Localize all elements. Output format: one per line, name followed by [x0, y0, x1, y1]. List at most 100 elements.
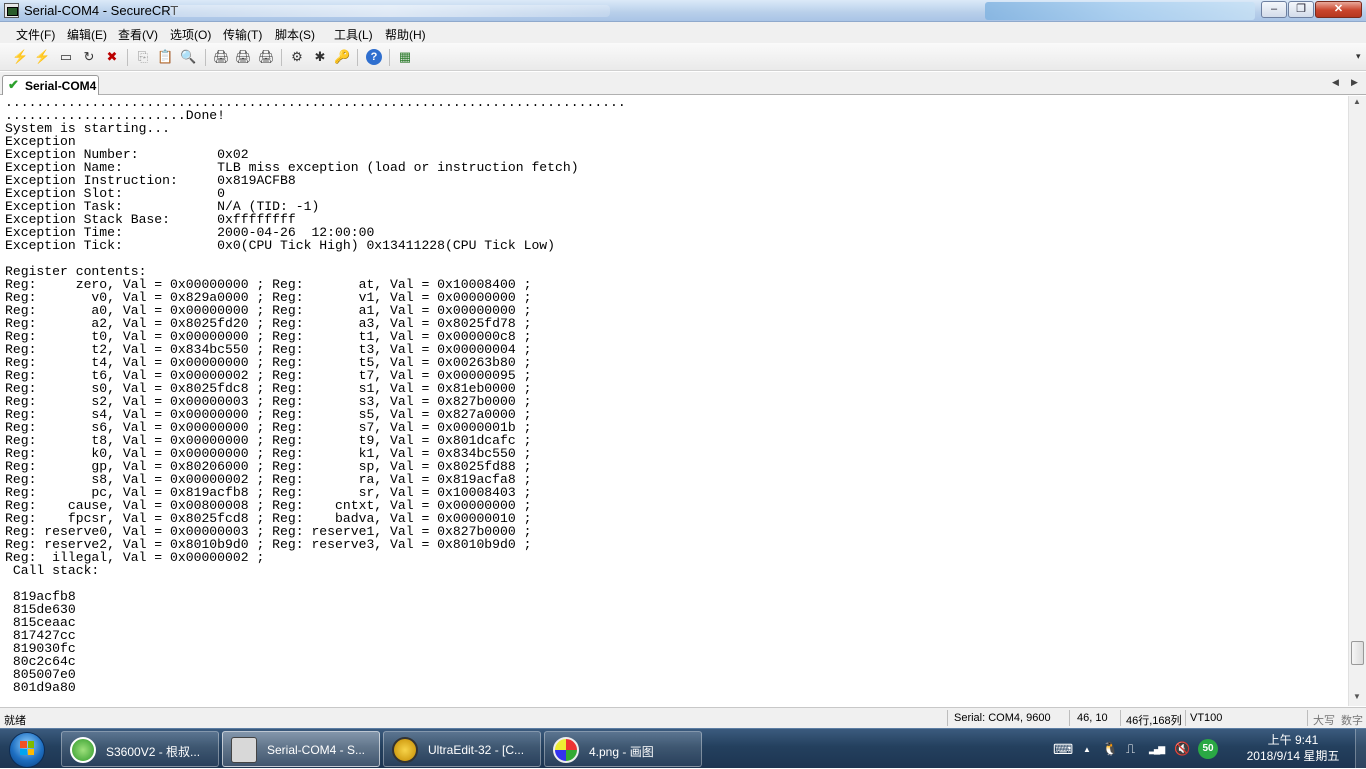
keyboard-icon[interactable]: ⌨	[1053, 741, 1073, 758]
toolbar-separator	[281, 49, 282, 66]
status-divider	[1069, 710, 1070, 726]
status-terminal-size: 46行,168列	[1126, 715, 1182, 727]
securecrt-icon	[231, 737, 257, 763]
clock-time: 上午 9:41	[1267, 733, 1319, 747]
print-icon[interactable]: 🖨	[213, 49, 230, 65]
windows-taskbar: S3600V2 - 根叔... Serial-COM4 - S... Ultra…	[0, 728, 1366, 769]
find-icon[interactable]: 🔍	[180, 49, 196, 65]
menu-bar: 文件(F) 编辑(E) 查看(V) 选项(O) 传输(T) 脚本(S) 工具(L…	[0, 22, 1366, 43]
menu-transfer[interactable]: 传输(T)	[223, 26, 262, 43]
menu-options[interactable]: 选项(O)	[170, 26, 211, 43]
status-divider	[1307, 710, 1308, 726]
tab-label: Serial-COM4	[25, 79, 97, 93]
status-num-lock: 数字	[1341, 715, 1363, 727]
system-tray: ⌨ ▲ 🐧 ⎍ ▂▄▆ 🔇 50	[1050, 729, 1240, 769]
status-divider	[1185, 710, 1186, 726]
paint-icon	[553, 737, 579, 763]
status-emulation: VT100	[1190, 712, 1223, 724]
tab-serial-com4[interactable]: ✔ Serial-COM4	[2, 75, 99, 95]
security-badge-icon[interactable]: 50	[1198, 739, 1218, 759]
qq-icon[interactable]: 🐧	[1102, 741, 1118, 757]
title-blur-area-right	[985, 2, 1255, 20]
taskbar-item-label: 4.png - 画图	[589, 745, 654, 759]
taskbar-item-label: S3600V2 - 根叔...	[106, 745, 201, 759]
taskbar-item-label: Serial-COM4 - S...	[267, 743, 366, 757]
taskbar-item-securecrt[interactable]: Serial-COM4 - S...	[222, 731, 380, 767]
connected-check-icon: ✔	[8, 77, 19, 92]
session-tab-bar: ✔ Serial-COM4 ◀ ▶	[0, 72, 1366, 95]
clock-date: 2018/9/14 星期五	[1246, 749, 1340, 763]
global-options-icon[interactable]: ✱	[312, 49, 328, 65]
quick-connect-icon[interactable]: ⚡	[34, 49, 50, 65]
status-connection: Serial: COM4, 9600	[954, 712, 1051, 724]
menu-file[interactable]: 文件(F)	[16, 26, 55, 43]
terminal-area[interactable]: ........................................…	[0, 96, 1348, 706]
keymap-icon[interactable]: 🔑	[334, 49, 350, 65]
status-cursor-position: 46, 10	[1077, 712, 1108, 724]
connect-tab-icon[interactable]: ▭	[58, 49, 74, 65]
taskbar-item-ultraedit[interactable]: UltraEdit-32 - [C...	[383, 731, 541, 767]
menu-view[interactable]: 查看(V)	[118, 26, 158, 43]
disconnect-icon[interactable]: ✖	[104, 49, 120, 65]
ultraedit-icon	[392, 737, 418, 763]
minimize-button[interactable]: –	[1261, 1, 1287, 18]
menu-script[interactable]: 脚本(S)	[275, 26, 315, 43]
scroll-up-icon[interactable]: ▲	[1353, 97, 1361, 106]
sftp-icon[interactable]: ▦	[397, 49, 413, 65]
terminal-line: System is starting...	[5, 121, 171, 136]
terminal-line: Exception Tick: 0x0(CPU Tick High) 0x134…	[5, 238, 556, 253]
terminal-line: 805007e0	[5, 667, 76, 682]
terminal-line: 801d9a80	[5, 680, 76, 695]
toolbar-overflow-icon[interactable]: ▾	[1356, 51, 1361, 62]
terminal-line: 819acfb8	[5, 589, 76, 604]
taskbar-item-label: UltraEdit-32 - [C...	[428, 743, 525, 757]
session-options-icon[interactable]: ⚙	[289, 49, 305, 65]
show-desktop-button[interactable]	[1355, 729, 1366, 769]
scrollbar-thumb[interactable]	[1351, 641, 1364, 665]
terminal-line: 80c2c64c	[5, 654, 76, 669]
network-signal-icon[interactable]: ▂▄▆	[1149, 744, 1165, 755]
title-bar: Serial-COM4 - SecureCRT – ❐ ✕	[0, 0, 1366, 22]
windows-flag-icon	[20, 741, 34, 755]
reconnect-icon[interactable]: ↻	[81, 49, 97, 65]
tab-scroll-left-icon[interactable]: ◀	[1332, 77, 1339, 88]
system-clock[interactable]: 上午 9:41 2018/9/14 星期五	[1238, 732, 1348, 766]
show-hidden-icons-icon[interactable]: ▲	[1083, 745, 1091, 754]
terminal-line: 815ceaac	[5, 615, 76, 630]
paste-icon[interactable]: 📋	[157, 49, 173, 65]
menu-edit[interactable]: 编辑(E)	[67, 26, 107, 43]
usb-icon[interactable]: ⎍	[1126, 741, 1135, 757]
toolbar-separator	[389, 49, 390, 66]
toolbar: ⚡ ⚡ ▭ ↻ ✖ ⎘ 📋 🔍 🖨 🖨 🖨 ⚙ ✱ 🔑 ? ▦ ▾	[0, 43, 1366, 71]
toolbar-separator	[205, 49, 206, 66]
taskbar-item-paint[interactable]: 4.png - 画图	[544, 731, 702, 767]
taskbar-item-s3600v2[interactable]: S3600V2 - 根叔...	[61, 731, 219, 767]
copy-icon[interactable]: ⎘	[135, 49, 151, 65]
help-icon[interactable]: ?	[366, 49, 382, 65]
menu-help[interactable]: 帮助(H)	[385, 26, 426, 43]
tab-scroll-right-icon[interactable]: ▶	[1351, 77, 1358, 88]
toolbar-separator	[127, 49, 128, 66]
volume-muted-icon[interactable]: 🔇	[1174, 741, 1190, 757]
menu-tools[interactable]: 工具(L)	[334, 26, 373, 43]
terminal-line: 815de630	[5, 602, 76, 617]
window-title: Serial-COM4 - SecureCRT	[24, 3, 179, 18]
status-caps-lock: 大写	[1313, 715, 1335, 727]
securecrt-app-icon[interactable]	[4, 3, 19, 18]
scroll-down-icon[interactable]: ▼	[1353, 692, 1361, 701]
print-setup-icon[interactable]: 🖨	[258, 49, 275, 65]
status-divider	[947, 710, 948, 726]
title-blur-area	[170, 5, 610, 17]
terminal-output: ........................................…	[5, 96, 626, 694]
vertical-scrollbar[interactable]: ▲ ▼	[1348, 96, 1366, 706]
toolbar-separator	[357, 49, 358, 66]
green-app-icon	[70, 737, 96, 763]
connect-icon[interactable]: ⚡	[12, 49, 28, 65]
status-ready: 就绪	[4, 715, 26, 727]
close-button[interactable]: ✕	[1315, 1, 1362, 18]
terminal-line: Call stack:	[5, 563, 100, 578]
maximize-button[interactable]: ❐	[1288, 1, 1314, 18]
start-button[interactable]	[3, 730, 53, 768]
print-selection-icon[interactable]: 🖨	[235, 49, 252, 65]
